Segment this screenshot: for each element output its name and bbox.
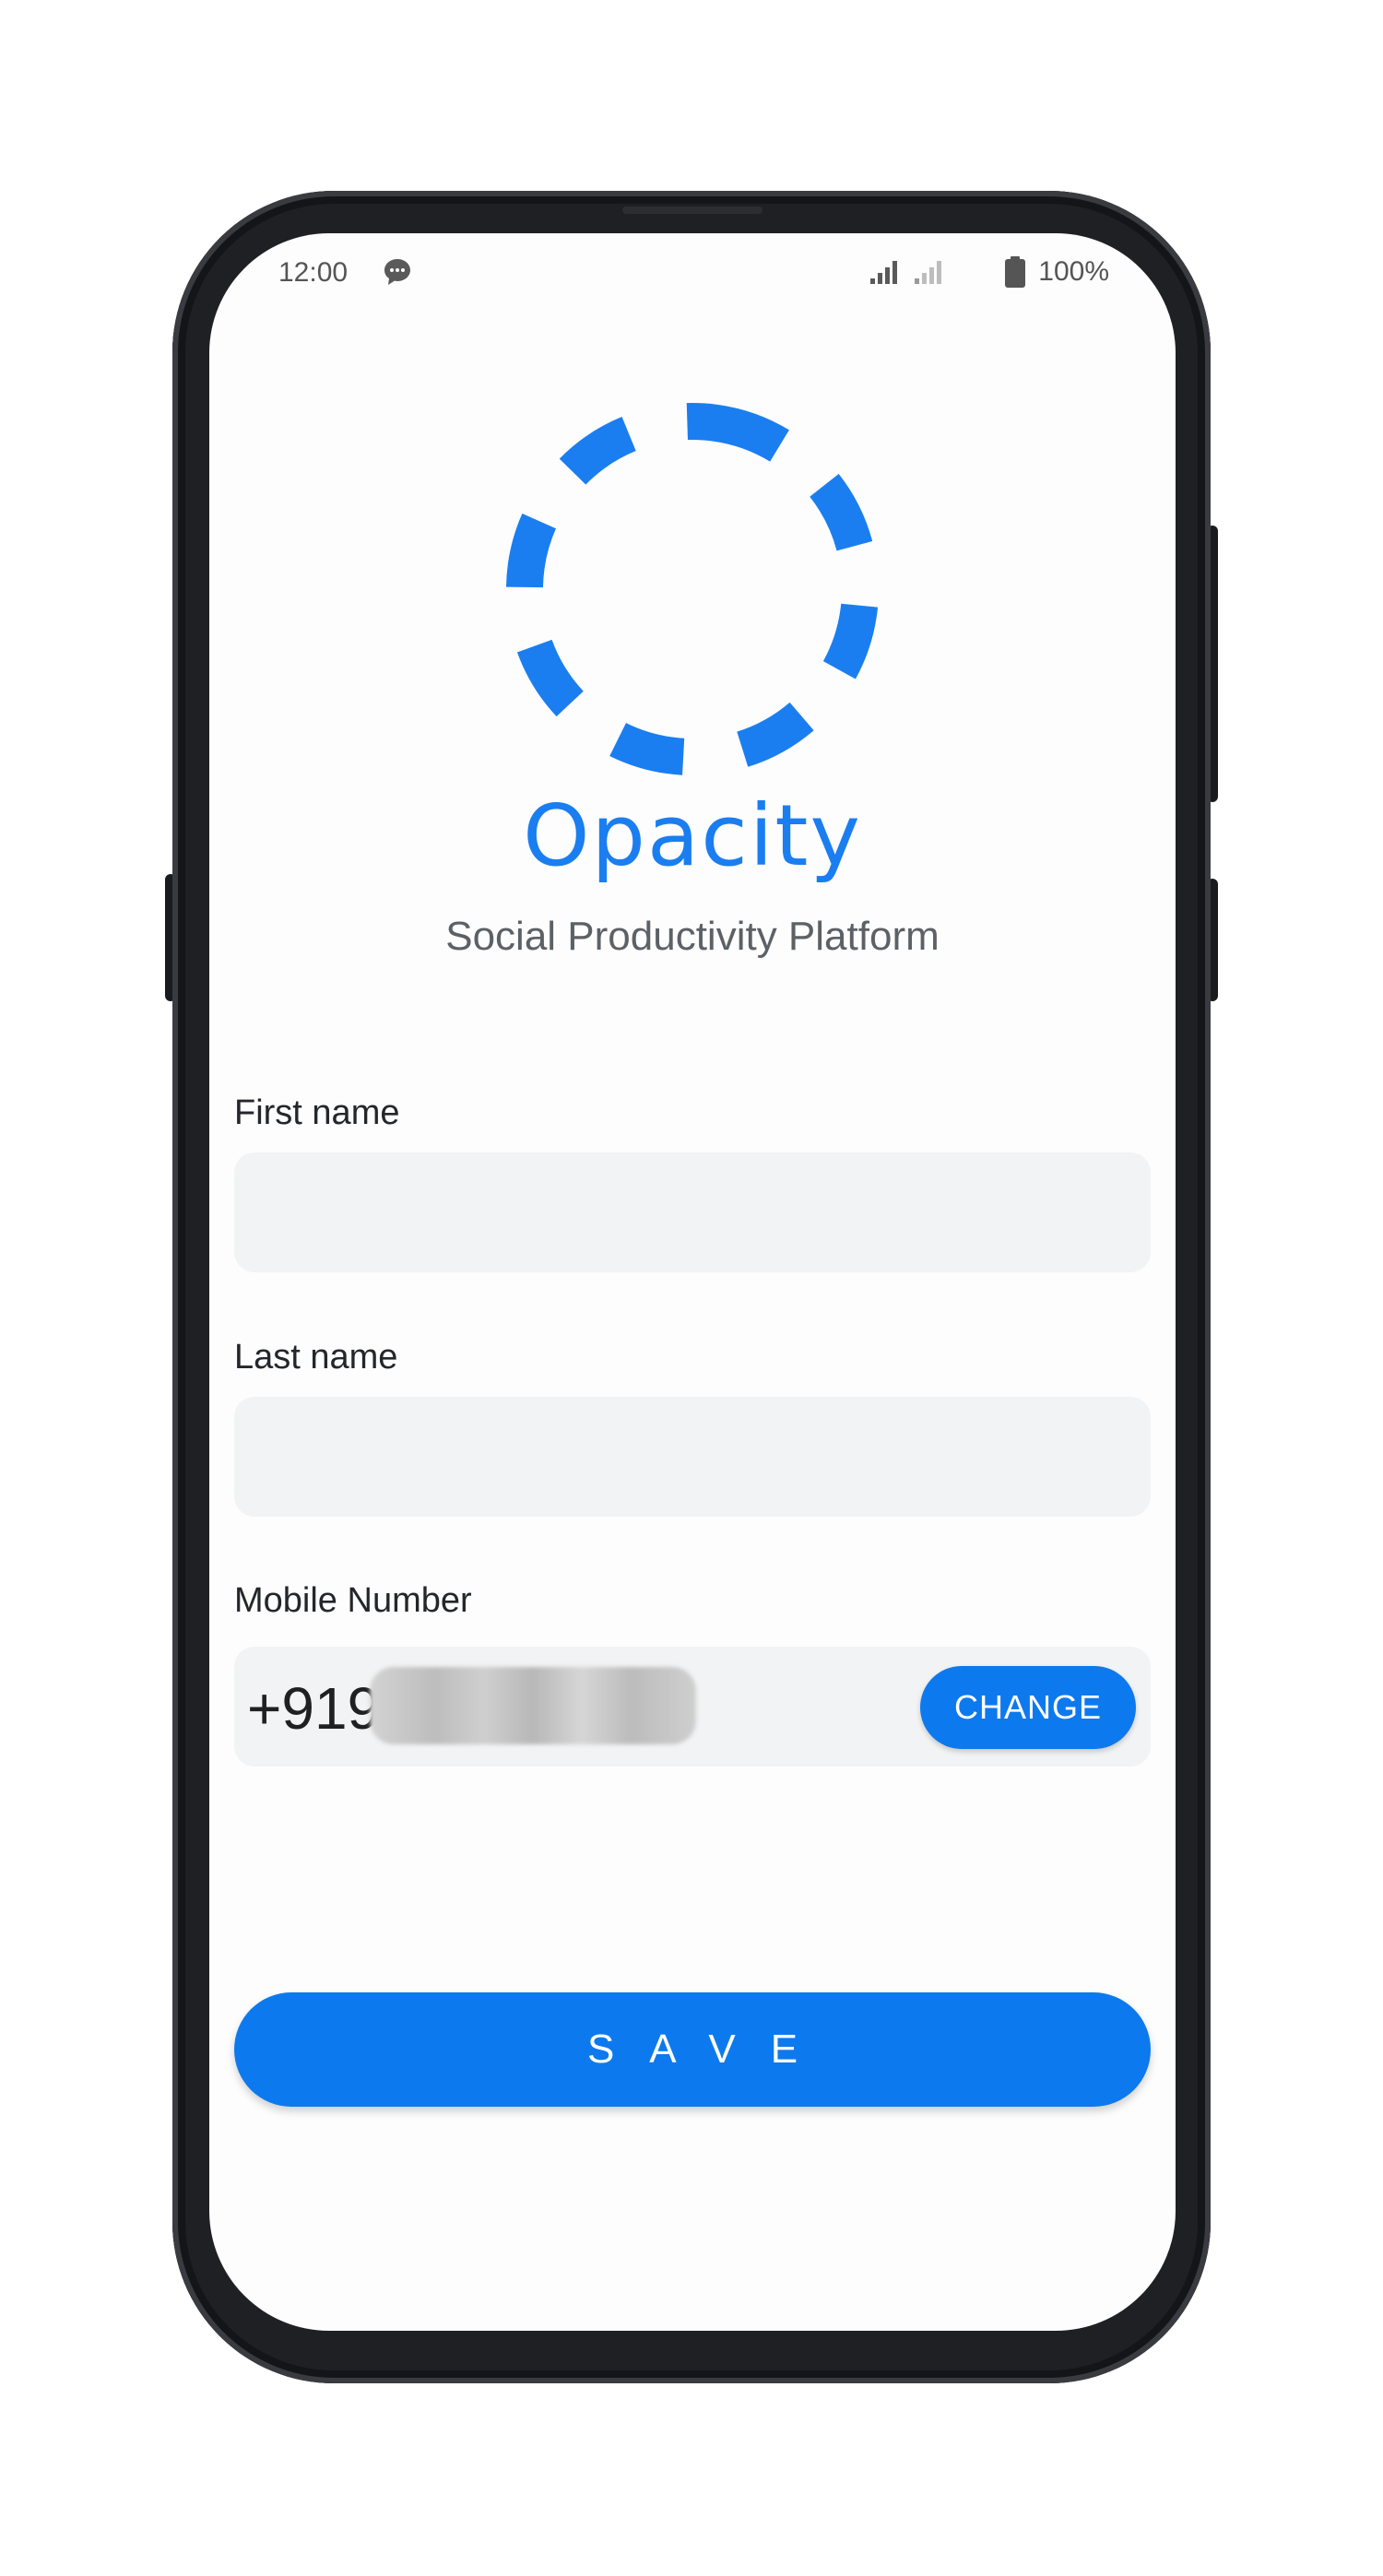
battery-level: 100% xyxy=(1038,256,1109,287)
status-indicators: 100% xyxy=(870,255,1109,289)
mobile-number-value: +919 xyxy=(247,1675,381,1742)
first-name-label: First name xyxy=(234,1093,400,1132)
brand-tagline: Social Productivity Platform xyxy=(445,914,940,959)
redacted-number-mask xyxy=(370,1667,696,1744)
change-number-button[interactable]: CHANGE xyxy=(920,1666,1136,1749)
last-name-input[interactable] xyxy=(234,1397,1151,1517)
brand-name: Opacity xyxy=(523,786,862,885)
mobile-number-field: +919 CHANGE xyxy=(234,1647,1151,1767)
app-screen: 12:00 100% Opacity Social Productivity P… xyxy=(209,233,1176,2331)
battery-icon xyxy=(1005,256,1026,288)
first-name-input[interactable] xyxy=(234,1152,1151,1272)
message-icon xyxy=(383,257,412,287)
signal-strong-icon xyxy=(870,260,902,284)
mobile-number-label: Mobile Number xyxy=(234,1581,472,1620)
earpiece xyxy=(622,207,762,214)
save-button[interactable]: SAVE xyxy=(234,1992,1151,2107)
opacity-logo-icon xyxy=(506,403,879,775)
last-name-label: Last name xyxy=(234,1338,398,1377)
signal-weak-icon xyxy=(915,260,946,284)
status-time: 12:00 xyxy=(278,257,349,288)
device-mockup: 12:00 100% Opacity Social Productivity P… xyxy=(0,0,1383,2576)
